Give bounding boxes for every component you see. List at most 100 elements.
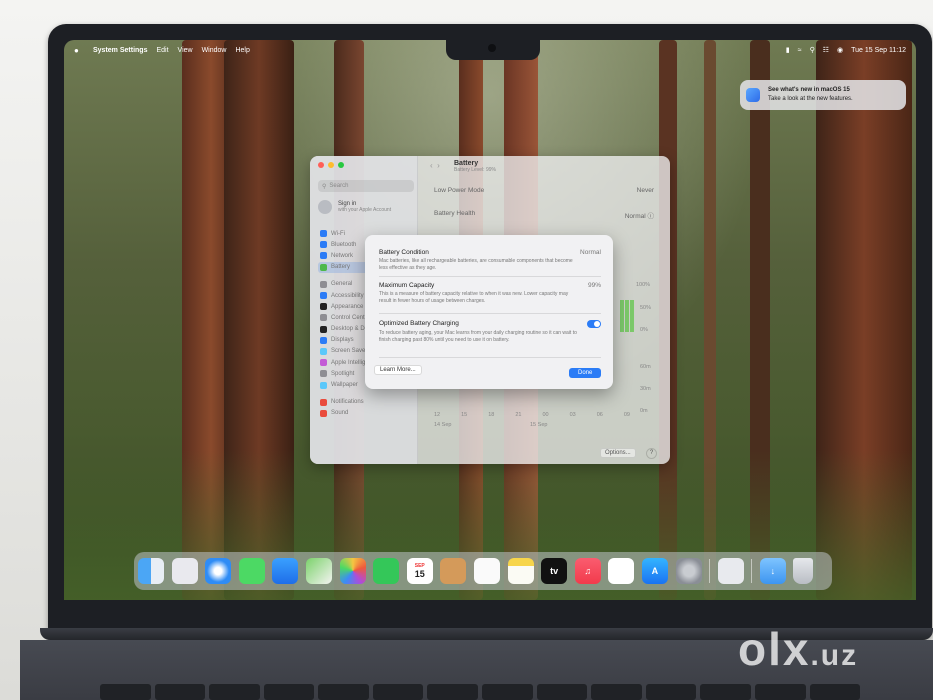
sidebar-item-icon — [320, 409, 327, 417]
downloads-icon[interactable]: ↓ — [759, 558, 786, 584]
sidebar-item-notifications[interactable]: Notifications — [318, 397, 414, 408]
close-window-button[interactable] — [318, 162, 324, 168]
sidebar-item-label: Displays — [331, 337, 354, 344]
level-axis-0: 0% — [640, 327, 648, 333]
search-icon[interactable]: ⚲ — [810, 46, 815, 54]
sidebar-item-label: Network — [331, 252, 354, 259]
usage-axis-0m: 0m — [640, 408, 648, 414]
battery-icon[interactable]: ▮ — [786, 46, 790, 54]
sidebar-item-icon — [320, 241, 327, 249]
divider — [379, 276, 601, 277]
menu-edit[interactable]: Edit — [156, 47, 168, 54]
notes-icon[interactable] — [507, 558, 534, 584]
usage-axis-60m: 60m — [640, 364, 651, 370]
menu-app-name[interactable]: System Settings — [93, 47, 147, 54]
contacts-icon[interactable] — [440, 558, 467, 584]
battery-level-bar — [620, 300, 624, 332]
maximum-capacity-value: 99% — [587, 282, 601, 289]
trash-icon[interactable] — [793, 558, 814, 584]
sidebar-item-label: Wallpaper — [331, 382, 358, 389]
siri-icon[interactable]: ◉ — [837, 46, 843, 54]
calendar-icon[interactable]: SEP 15 — [406, 558, 433, 584]
time-tick: 21 — [515, 412, 522, 418]
battery-level-chart — [620, 300, 634, 332]
sidebar-item-label: Notifications — [331, 399, 364, 406]
apple-menu-icon[interactable]: ● — [74, 46, 84, 55]
battery-level-bar — [625, 300, 629, 332]
sidebar-item-label: General — [331, 281, 353, 288]
avatar — [318, 200, 332, 214]
pane-title: Battery — [454, 160, 479, 167]
battery-level-subtitle: Battery Level: 99% — [454, 167, 496, 173]
divider — [379, 357, 601, 358]
freeform-icon[interactable] — [608, 558, 635, 584]
facetime-icon[interactable] — [373, 558, 400, 584]
macos-icon — [746, 88, 760, 102]
sign-in-item[interactable]: Sign in with your Apple Account — [318, 200, 391, 214]
menu-help[interactable]: Help — [235, 47, 249, 54]
date-label-2: 15 Sep — [530, 422, 548, 428]
zoom-window-button[interactable] — [338, 162, 344, 168]
photos-icon[interactable] — [339, 558, 366, 584]
battery-condition-desc: Mac batteries, like all rechargeable bat… — [379, 258, 573, 271]
sidebar-item-icon — [320, 359, 327, 367]
tv-label: tv — [550, 566, 559, 576]
sidebar-item-label: Battery — [331, 264, 351, 271]
sidebar-item-icon — [320, 230, 327, 238]
optimized-charging-toggle[interactable] — [587, 320, 601, 328]
done-button[interactable]: Done — [569, 368, 602, 378]
battery-condition-section: Battery Condition Normal Mac batteries, … — [379, 249, 601, 272]
keyboard-row — [100, 684, 861, 700]
control-centre-icon[interactable]: ☷ — [823, 46, 829, 54]
sidebar-item-icon — [320, 370, 327, 378]
level-axis-100: 100% — [636, 282, 651, 288]
sidebar-item-icon — [320, 303, 327, 311]
learn-more-button[interactable]: Learn More... — [374, 365, 422, 375]
sidebar-item-icon — [320, 292, 327, 300]
sidebar-item-label: Spotlight — [331, 370, 355, 377]
camera-icon — [488, 44, 496, 52]
finder-icon[interactable] — [138, 558, 164, 584]
status-area: ▮ ≈ ⚲ ☷ ◉ Tue 15 Sep 11:12 — [786, 46, 906, 55]
time-axis: 12 15 18 21 00 03 06 09 — [434, 412, 630, 418]
preview-icon[interactable] — [717, 558, 744, 584]
optimized-charging-desc: To reduce battery aging, your Mac learns… — [379, 330, 577, 343]
minimize-window-button[interactable] — [328, 162, 334, 168]
tv-icon[interactable]: tv — [541, 558, 568, 584]
safari-icon[interactable] — [205, 558, 232, 584]
sidebar-item-icon — [320, 347, 327, 355]
watermark-brand: olx — [738, 623, 811, 675]
optimized-charging-title: Optimized Battery Charging — [379, 320, 459, 327]
battery-condition-value: Normal — [580, 249, 601, 256]
menu-window[interactable]: Window — [202, 47, 227, 54]
sidebar-item-label: Screen Saver — [331, 348, 368, 355]
help-button[interactable]: ? — [646, 448, 657, 459]
sidebar-item-sound[interactable]: Sound — [318, 408, 414, 419]
reminders-icon[interactable] — [473, 558, 500, 584]
app-store-icon[interactable]: A — [641, 558, 668, 584]
notification-body: Take a look at the new features. — [768, 96, 853, 102]
menu-clock[interactable]: Tue 15 Sep 11:12 — [851, 47, 906, 54]
sidebar-item-icon — [320, 280, 327, 288]
optimized-charging-section: Optimized Battery Charging To reduce bat… — [379, 320, 601, 344]
maps-icon[interactable] — [305, 558, 332, 584]
info-icon[interactable]: ⓘ — [648, 213, 655, 220]
options-button[interactable]: Options... — [600, 448, 636, 458]
wifi-icon[interactable]: ≈ — [798, 47, 802, 54]
watermark-logo: olx.uz — [738, 622, 858, 676]
battery-health-label: Battery Health — [434, 210, 476, 217]
messages-icon[interactable] — [238, 558, 265, 584]
menu-view[interactable]: View — [178, 47, 193, 54]
launchpad-icon[interactable] — [171, 558, 198, 584]
sidebar-item-icon — [320, 398, 327, 406]
system-settings-icon[interactable] — [675, 558, 702, 584]
time-tick: 09 — [623, 412, 630, 418]
usage-axis-30m: 30m — [640, 386, 651, 392]
notification-banner[interactable]: See what's new in macOS 15 Take a look a… — [740, 80, 906, 110]
music-icon[interactable]: ♫ — [574, 558, 601, 584]
low-power-select[interactable]: Never — [637, 187, 654, 194]
battery-level-bar — [630, 300, 634, 332]
mail-icon[interactable] — [272, 558, 299, 584]
sidebar-item-icon — [320, 336, 327, 344]
settings-search-input[interactable]: ⚲ Search — [318, 180, 414, 192]
